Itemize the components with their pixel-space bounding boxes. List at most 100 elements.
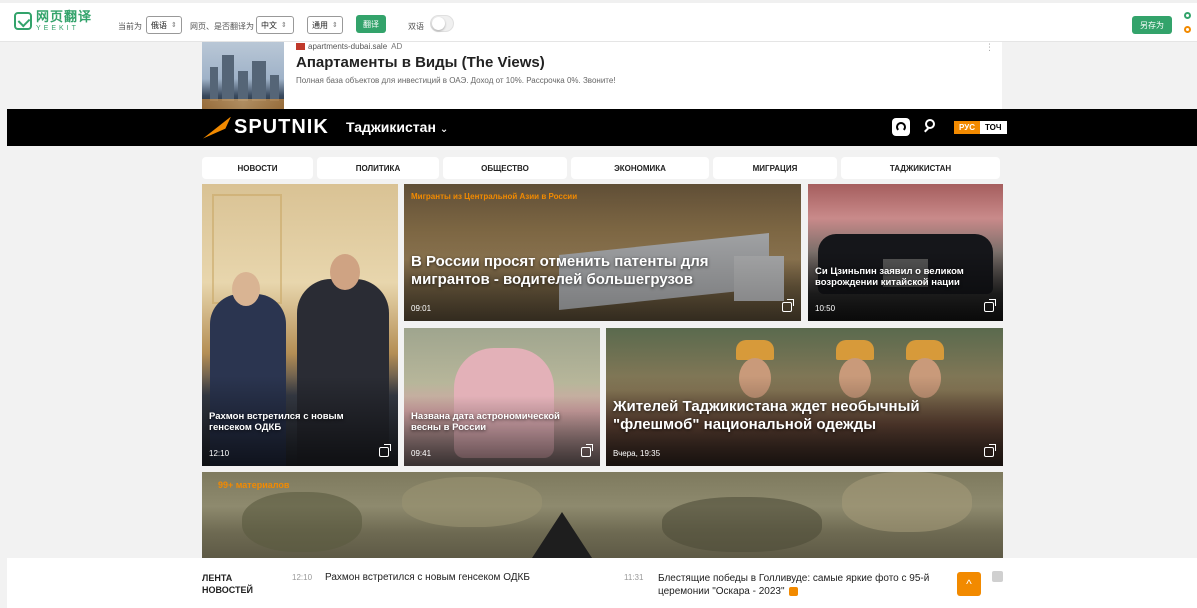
feed-item-text[interactable]: Рахмон встретился с новым генсеком ОДКБ bbox=[325, 572, 530, 583]
status-dot-green-icon[interactable] bbox=[1184, 12, 1191, 19]
ad-menu-icon[interactable]: ⋮ bbox=[985, 42, 994, 53]
news-card-feature[interactable]: 99+ материалов bbox=[202, 472, 1003, 558]
translate-button[interactable]: 翻译 bbox=[356, 15, 386, 33]
main-nav: Новости Политика Общество Экономика Мигр… bbox=[202, 157, 1004, 179]
card-title[interactable]: В России просят отменить патенты для миг… bbox=[411, 253, 741, 289]
news-card[interactable]: Рахмон встретился с новым генсеком ОДКБ … bbox=[202, 184, 398, 466]
logo-text-en: YEEKIT bbox=[36, 25, 79, 32]
ad-title[interactable]: Апартаменты в Виды (The Views) bbox=[296, 54, 545, 71]
materials-count[interactable]: 99+ материалов bbox=[218, 480, 289, 490]
card-image-hat bbox=[836, 340, 874, 360]
advertisement[interactable]: apartments-dubai.sale AD Апартаменты в В… bbox=[202, 42, 1002, 109]
ad-favicon-icon bbox=[296, 43, 305, 50]
card-category-tag[interactable]: Мигранты из Центральной Азии в России bbox=[411, 192, 577, 201]
share-icon[interactable] bbox=[984, 444, 996, 457]
translate-to-label: 网页、是否翻译为 bbox=[190, 22, 254, 31]
card-title[interactable]: Рахмон встретился с новым генсеком ОДКБ bbox=[209, 411, 379, 434]
card-title[interactable]: Си Цзиньпин заявил о великом возрождении… bbox=[815, 266, 990, 289]
scroll-up-button[interactable]: ^ bbox=[957, 572, 981, 596]
select-arrow-icon: ⇕ bbox=[171, 22, 177, 29]
target-language-value: 中文 bbox=[261, 20, 277, 30]
source-language-select[interactable]: 俄语 ⇕ bbox=[146, 16, 182, 34]
language-tj[interactable]: ТОЧ bbox=[979, 121, 1007, 134]
card-image-head bbox=[232, 272, 260, 306]
engine-value: 通用 bbox=[312, 20, 328, 30]
ad-image[interactable] bbox=[202, 42, 284, 109]
search-button[interactable] bbox=[924, 118, 940, 134]
news-feed-bar: ЛЕНТА НОВОСТЕЙ 12:10 Рахмон встретился с… bbox=[7, 558, 1197, 608]
current-language-label: 当前为 bbox=[118, 22, 142, 31]
ad-source-domain: apartments-dubai.sale bbox=[308, 42, 388, 51]
ad-description: Полная база объектов для инвестиций в ОА… bbox=[296, 76, 616, 85]
sputnik-logo[interactable]: SPUTNIK bbox=[203, 116, 329, 139]
yeekit-logo[interactable]: 网页翻译 YEEKIT bbox=[14, 10, 92, 32]
status-dot-orange-icon[interactable] bbox=[1184, 26, 1191, 33]
chevron-down-icon: ⌄ bbox=[439, 124, 449, 135]
source-language-value: 俄语 bbox=[151, 20, 167, 30]
ad-building bbox=[252, 61, 266, 101]
news-card[interactable]: Си Цзиньпин заявил о великом возрождении… bbox=[808, 184, 1003, 321]
card-image-head bbox=[330, 254, 360, 290]
ad-building bbox=[222, 55, 234, 101]
ad-building bbox=[270, 75, 279, 101]
sputnik-wing-icon bbox=[203, 116, 231, 139]
share-icon[interactable] bbox=[984, 299, 996, 312]
news-card[interactable]: Названа дата астрономической весны в Рос… bbox=[404, 328, 600, 466]
yeekit-logo-icon bbox=[14, 12, 32, 30]
select-arrow-icon: ⇕ bbox=[332, 22, 338, 29]
feed-item-time: 12:10 bbox=[292, 573, 313, 582]
close-feed-button[interactable] bbox=[992, 571, 1003, 582]
card-time: 10:50 bbox=[815, 304, 836, 313]
card-title[interactable]: Жителей Таджикистана ждет необычный "фле… bbox=[613, 398, 973, 434]
tab-economy[interactable]: Экономика bbox=[571, 157, 709, 179]
select-arrow-icon: ⇕ bbox=[281, 22, 287, 29]
tab-tajikistan[interactable]: Таджикистан bbox=[841, 157, 1000, 179]
card-image-camo bbox=[662, 497, 822, 552]
radio-button[interactable] bbox=[892, 118, 910, 136]
target-language-select[interactable]: 中文 ⇕ bbox=[256, 16, 294, 34]
ad-building bbox=[238, 71, 248, 101]
card-image-patch bbox=[532, 512, 592, 558]
logo-text-cn: 网页翻译 bbox=[36, 9, 93, 24]
share-icon[interactable] bbox=[782, 299, 794, 312]
save-as-button[interactable]: 另存为 bbox=[1132, 16, 1172, 34]
bilingual-label: 双语 bbox=[408, 22, 424, 31]
card-image-camo bbox=[402, 477, 542, 527]
card-image-hat bbox=[906, 340, 944, 360]
site-header: SPUTNIK Таджикистан ⌄ РУС ТОЧ bbox=[7, 109, 1197, 146]
card-time: 09:01 bbox=[411, 304, 432, 313]
toolbar-top-line bbox=[0, 0, 1197, 3]
region-selector[interactable]: Таджикистан ⌄ bbox=[346, 119, 448, 135]
card-title[interactable]: Названа дата астрономической весны в Рос… bbox=[411, 411, 586, 434]
language-switcher: РУС ТОЧ bbox=[954, 121, 1007, 134]
feed-item-time: 11:31 bbox=[624, 573, 644, 582]
card-image-camo bbox=[842, 472, 972, 532]
tab-news[interactable]: Новости bbox=[202, 157, 313, 179]
card-image-hat bbox=[736, 340, 774, 360]
feed-item[interactable]: Блестящие победы в Голливуде: самые ярки… bbox=[658, 572, 943, 598]
tab-politics[interactable]: Политика bbox=[317, 157, 439, 179]
card-image-camo bbox=[242, 492, 362, 552]
headphones-icon bbox=[896, 122, 906, 132]
bilingual-toggle[interactable] bbox=[430, 15, 454, 32]
toggle-knob bbox=[432, 17, 445, 30]
card-time: 12:10 bbox=[209, 449, 230, 458]
ad-tag: AD bbox=[391, 42, 403, 51]
language-ru[interactable]: РУС bbox=[954, 121, 980, 134]
card-time: Вчера, 19:35 bbox=[613, 449, 661, 458]
share-icon[interactable] bbox=[581, 444, 593, 457]
news-feed-heading[interactable]: ЛЕНТА НОВОСТЕЙ bbox=[202, 572, 272, 596]
ad-source[interactable]: apartments-dubai.sale AD bbox=[296, 42, 402, 51]
card-time: 09:41 bbox=[411, 449, 432, 458]
news-card[interactable]: Жителей Таджикистана ждет необычный "фле… bbox=[606, 328, 1003, 466]
ad-building bbox=[210, 67, 218, 101]
fire-icon bbox=[788, 586, 798, 596]
share-icon[interactable] bbox=[379, 444, 391, 457]
news-card[interactable]: Мигранты из Центральной Азии в России В … bbox=[404, 184, 801, 321]
sputnik-wordmark: SPUTNIK bbox=[234, 116, 329, 138]
tab-migration[interactable]: Миграция bbox=[713, 157, 837, 179]
region-name: Таджикистан bbox=[346, 119, 436, 135]
tab-society[interactable]: Общество bbox=[443, 157, 567, 179]
engine-select[interactable]: 通用 ⇕ bbox=[307, 16, 343, 34]
ad-skyline-glow bbox=[202, 99, 284, 109]
